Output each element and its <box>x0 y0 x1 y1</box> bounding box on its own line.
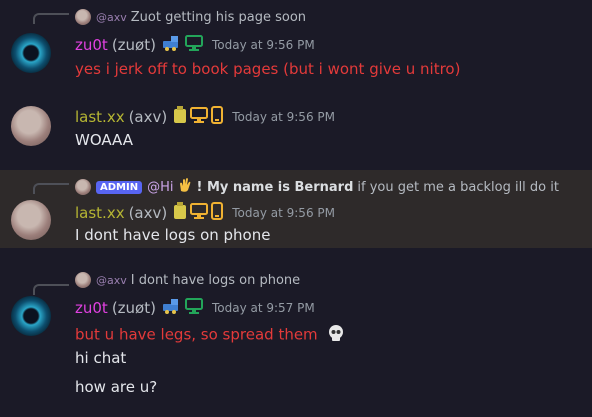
reply-preview[interactable]: ADMIN @Hi ! My name is Bernard if you ge… <box>75 177 559 197</box>
reply-text: if you get me a backlog ill do it <box>357 179 559 195</box>
author-name[interactable]: zu0t <box>75 299 108 317</box>
avatar[interactable] <box>11 200 51 240</box>
admin-badge: ADMIN <box>96 180 143 194</box>
nitro-badge-icon <box>173 106 187 128</box>
message-3: ADMIN @Hi ! My name is Bernard if you ge… <box>0 170 592 248</box>
reply-tag: @axv <box>96 273 127 287</box>
reply-spine <box>33 284 69 295</box>
author-tag: (zuøt) <box>111 299 156 317</box>
author-name[interactable]: last.xx <box>75 204 125 222</box>
train-icon <box>162 35 182 55</box>
message-header: zu0t (zuøt) Today at 9:56 PM <box>75 35 315 55</box>
message-text: how are u? <box>75 378 158 396</box>
train-icon <box>162 298 182 318</box>
reply-preview[interactable]: @axv I dont have logs on phone <box>75 272 300 288</box>
skull-emoji <box>326 323 346 347</box>
author-name[interactable]: last.xx <box>75 108 125 126</box>
desktop-icon <box>184 298 203 318</box>
reply-avatar <box>75 179 91 195</box>
mobile-icon <box>211 106 224 128</box>
timestamp: Today at 9:56 PM <box>211 38 315 52</box>
reply-tag: @axv <box>96 10 127 24</box>
wave-emoji <box>177 177 193 197</box>
message-header: zu0t (zuøt) Today at 9:57 PM <box>75 298 315 318</box>
author-tag: (axv) <box>128 204 168 222</box>
message-text: hi chat <box>75 349 127 367</box>
message-text: yes i jerk off to book pages (but i wont… <box>75 60 461 78</box>
nitro-badge-icon <box>173 202 187 224</box>
avatar[interactable] <box>11 33 51 73</box>
author-tag: (zuøt) <box>111 36 156 54</box>
desktop-icon <box>184 35 203 55</box>
message-text: I dont have logs on phone <box>75 226 271 244</box>
mobile-icon <box>211 202 224 224</box>
message-text-line: but u have legs, so spread them <box>75 325 318 344</box>
author-name[interactable]: zu0t <box>75 36 108 54</box>
message-1: @axv Zuot getting his page soon zu0t (zu… <box>0 0 592 100</box>
message-text: WOAAA <box>75 131 133 149</box>
avatar[interactable] <box>11 106 51 146</box>
message-4: @axv I dont have logs on phone zu0t (zuø… <box>0 248 592 417</box>
reply-bold-text: ! My name is Bernard <box>196 179 354 195</box>
timestamp: Today at 9:56 PM <box>232 110 335 124</box>
reply-text: I dont have logs on phone <box>130 272 301 288</box>
message-header: last.xx (axv) Today at 9:56 PM <box>75 202 335 224</box>
reply-spine <box>33 183 69 194</box>
desktop-icon <box>190 203 209 223</box>
timestamp: Today at 9:57 PM <box>211 301 315 315</box>
message-2: last.xx (axv) Today at 9:56 PM WOAAA <box>0 100 592 170</box>
avatar[interactable] <box>11 296 51 336</box>
reply-text: Zuot getting his page soon <box>130 9 307 25</box>
reply-avatar <box>75 272 91 288</box>
reply-spine <box>33 13 69 24</box>
desktop-icon <box>190 107 209 127</box>
timestamp: Today at 9:56 PM <box>232 206 335 220</box>
message-text: but u have legs, so spread them <box>75 323 349 347</box>
reply-mention[interactable]: @Hi <box>147 180 173 195</box>
author-tag: (axv) <box>128 108 168 126</box>
reply-preview[interactable]: @axv Zuot getting his page soon <box>75 9 306 25</box>
reply-avatar <box>75 9 91 25</box>
message-header: last.xx (axv) Today at 9:56 PM <box>75 106 335 128</box>
